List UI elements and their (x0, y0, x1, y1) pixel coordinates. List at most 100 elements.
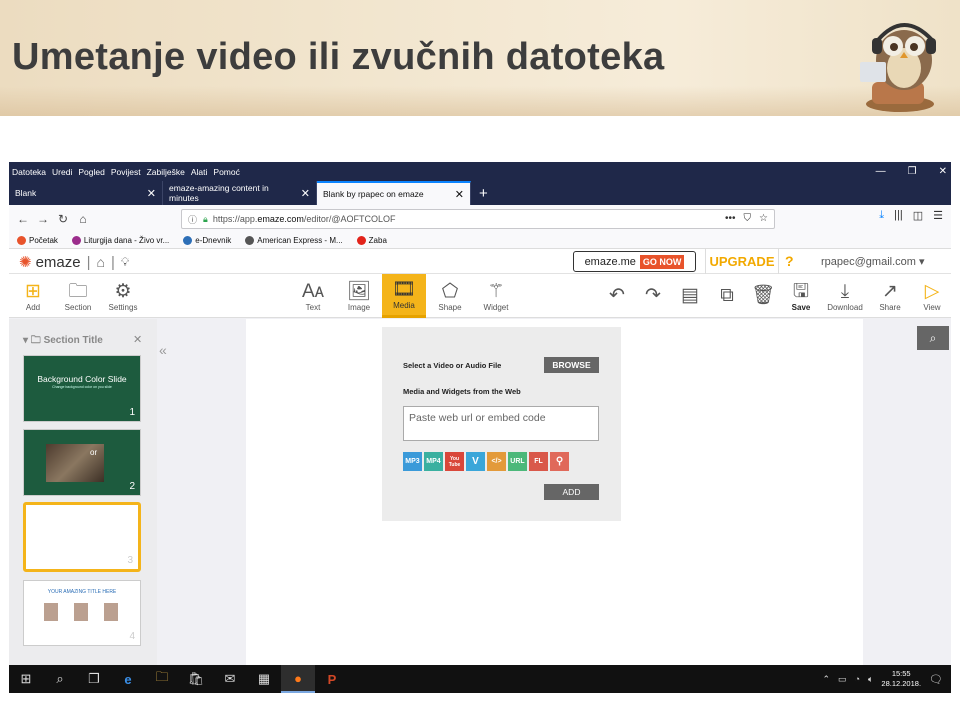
bookmark-star-icon[interactable]: ☆ (759, 213, 768, 224)
menu-item-uredi[interactable]: Uredi (52, 167, 72, 177)
mp4-source-button[interactable]: MP4 (424, 452, 443, 471)
section-title[interactable]: ▾ 🗀︎ Section Title (23, 333, 103, 350)
tool-label: Image (347, 302, 371, 312)
shape-tool[interactable]: ⬠ Shape (428, 274, 472, 318)
flickr-source-button[interactable]: FL (529, 452, 548, 471)
person-photo (44, 603, 58, 621)
media-tool[interactable]: 🎞︎ Media (382, 274, 426, 318)
volume-icon[interactable]: 🔈︎ (868, 674, 873, 685)
home-icon[interactable]: ⌂ (73, 212, 93, 226)
bookmark-item[interactable]: American Express - M... (245, 236, 343, 245)
slide-thumbnail[interactable]: or 2 (23, 429, 141, 496)
tab-label: emaze-amazing content in minutes (169, 183, 269, 203)
url-source-button[interactable]: URL (508, 452, 527, 471)
settings-button[interactable]: ⚙ Settings (101, 274, 145, 318)
info-icon[interactable]: ⓘ (188, 213, 197, 226)
browser-tab[interactable]: Blank ✕ (9, 181, 163, 205)
section-button[interactable]: 🗀 Section (56, 274, 100, 318)
tab-bar: Blank ✕ emaze-amazing content in minutes… (9, 181, 951, 205)
downloads-icon[interactable]: ⤓ (879, 209, 884, 222)
start-icon[interactable]: ⊞ (9, 665, 43, 693)
close-window-icon[interactable]: ✕ (939, 166, 947, 177)
collapse-panel-icon[interactable]: « (159, 342, 167, 358)
help-button[interactable]: ? (785, 253, 794, 269)
bookmark-item[interactable]: Zaba (356, 236, 387, 245)
youtube-source-button[interactable]: You Tube (445, 452, 464, 471)
bookmark-favicon-icon (183, 236, 193, 245)
user-menu[interactable]: rpapec@gmail.com ▾ (821, 255, 925, 268)
close-tab-icon[interactable]: ✕ (301, 187, 310, 200)
back-icon[interactable]: ← (13, 212, 33, 226)
network-icon[interactable]: ◔ (855, 674, 860, 684)
close-tab-icon[interactable]: ✕ (455, 188, 464, 201)
file-explorer-icon[interactable]: 🗀︎ (145, 665, 179, 693)
share-button[interactable]: ↗ Share (868, 274, 912, 318)
notifications-icon[interactable]: 🗨︎ (929, 673, 943, 686)
slide-thumbnail[interactable]: YOUR AMAZING TITLE HERE 4 (23, 580, 141, 646)
image-tool[interactable]: 🖼︎ Image (337, 274, 381, 318)
mp3-source-button[interactable]: MP3 (403, 452, 422, 471)
firefox-icon[interactable]: ● (281, 665, 315, 693)
store-icon[interactable]: 🛍︎ (179, 665, 213, 693)
slide-thumbnail-selected[interactable]: 3 (23, 502, 141, 572)
download-icon: ⤓ (840, 280, 850, 302)
bookmark-item[interactable]: Početak (17, 236, 58, 245)
view-button[interactable]: ▷ View (910, 274, 951, 318)
menu-item-povijest[interactable]: Povijest (111, 167, 141, 177)
bookmark-favicon-icon (71, 236, 81, 245)
close-icon[interactable]: ✕ (133, 333, 142, 346)
page-actions-icon[interactable]: ••• (725, 213, 736, 224)
embed-code-input[interactable]: Paste web url or embed code (403, 406, 599, 441)
minimize-icon[interactable]: — (876, 166, 886, 177)
share-icon: ↗ (882, 280, 898, 302)
browse-button[interactable]: BROWSE (544, 357, 599, 373)
library-icon[interactable]: ||| (894, 209, 903, 222)
search-icon[interactable]: ⌕ (43, 665, 77, 693)
menu-item-pomoc[interactable]: Pomoć (213, 167, 239, 177)
menu-item-pogled[interactable]: Pogled (78, 167, 104, 177)
edge-icon[interactable]: e (111, 665, 145, 693)
emaze-logo[interactable]: ✺ emaze | ⌂ | 💡︎ (19, 253, 129, 272)
close-tab-icon[interactable]: ✕ (147, 187, 156, 200)
slide-thumbnail[interactable]: Background Color Slide Change background… (23, 355, 141, 422)
add-button[interactable]: ADD (544, 484, 599, 500)
embed-source-button[interactable]: </> (487, 452, 506, 471)
menu-item-datoteka[interactable]: Datoteka (12, 167, 46, 177)
text-tool[interactable]: Aᴀ Text (291, 274, 335, 318)
address-bar[interactable]: ⓘ 🔒︎ https://app. emaze.com/editor/@AOFTC… (181, 209, 775, 229)
upgrade-button[interactable]: UPGRADE (705, 249, 779, 274)
reload-icon[interactable]: ↻ (53, 212, 73, 226)
restore-icon[interactable]: ❐ (908, 166, 917, 177)
save-button[interactable]: 🖫︎ Save (779, 274, 823, 318)
globe-icon (245, 236, 255, 245)
mail-icon[interactable]: ✉ (213, 665, 247, 693)
task-view-icon[interactable]: ❐ (77, 665, 111, 693)
bookmark-item[interactable]: Liturgija dana - Živo vr... (71, 236, 169, 245)
menu-item-zabiljeske[interactable]: Zabilješke (147, 167, 185, 177)
add-icon: ⊞ (25, 280, 41, 302)
vimeo-source-button[interactable]: V (466, 452, 485, 471)
browser-tab-active[interactable]: Blank by rpapec on emaze ✕ (317, 181, 471, 205)
map-source-button[interactable]: ⚲ (550, 452, 569, 471)
home-icon[interactable]: ⌂ (97, 254, 105, 270)
clock[interactable]: 15:55 28.12.2018. (881, 669, 921, 689)
calculator-icon[interactable]: ▦ (247, 665, 281, 693)
battery-icon[interactable]: ▭ (838, 674, 847, 685)
sidebar-icon[interactable]: ◫ (913, 209, 923, 222)
pocket-icon[interactable]: ⛉ (744, 213, 752, 224)
add-button[interactable]: ⊞ Add (11, 274, 55, 318)
duplicate-icon: ⧉ (720, 285, 734, 306)
forward-icon[interactable]: → (33, 212, 53, 226)
hamburger-menu-icon[interactable]: ☰ (933, 209, 943, 222)
lightbulb-icon[interactable]: 💡︎ (121, 255, 129, 270)
widget-tool[interactable]: ⚚ Widget (474, 274, 518, 318)
new-tab-icon[interactable]: + (471, 181, 488, 205)
bookmark-item[interactable]: e-Dnevnik (183, 236, 231, 245)
emaze-me-button[interactable]: emaze.me GO NOW (573, 251, 696, 272)
download-button[interactable]: ⤓ Download (823, 274, 867, 318)
browser-tab[interactable]: emaze-amazing content in minutes ✕ (163, 181, 317, 205)
menu-item-alati[interactable]: Alati (191, 167, 208, 177)
zoom-icon[interactable]: ⌕ (917, 326, 949, 350)
chevron-up-icon[interactable]: ⌃ (823, 674, 831, 685)
powerpoint-icon[interactable]: P (315, 665, 349, 693)
